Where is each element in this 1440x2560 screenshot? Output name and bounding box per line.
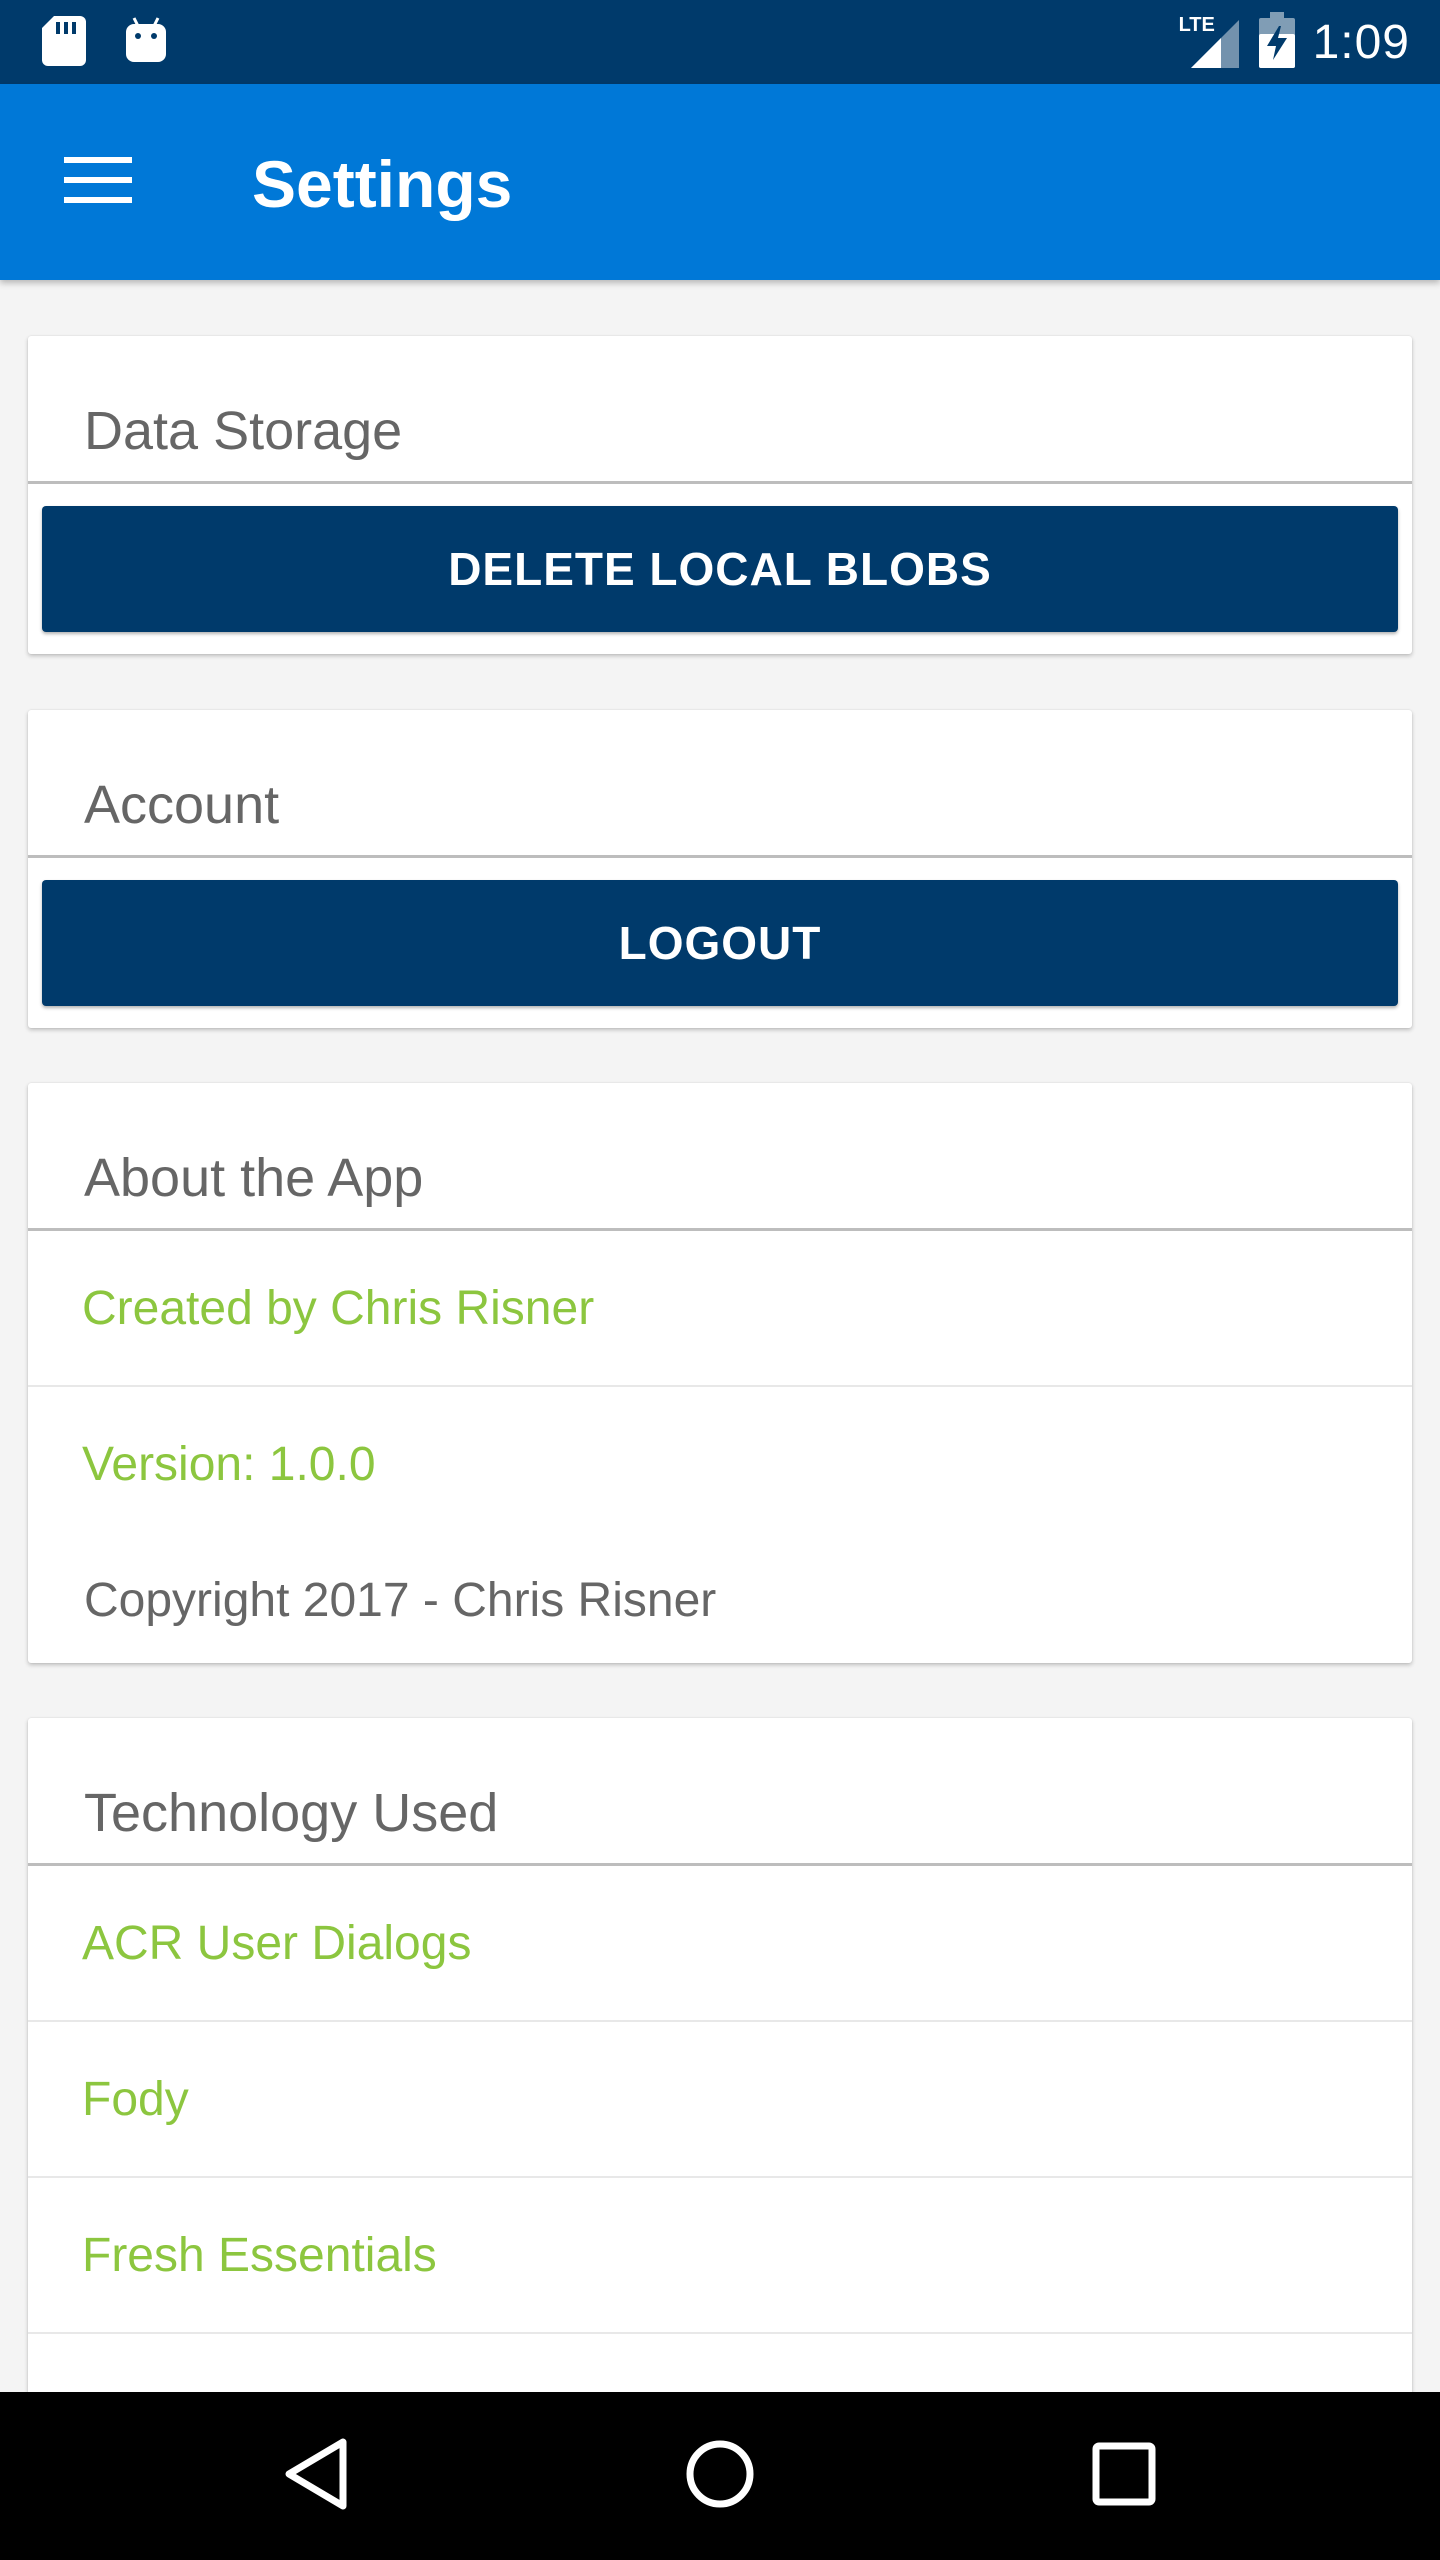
list-item-acr-user-dialogs[interactable]: ACR User Dialogs — [28, 1866, 1412, 2020]
system-nav-bar — [0, 2392, 1440, 2560]
account-title: Account — [84, 775, 280, 835]
status-time: 1:09 — [1312, 15, 1410, 69]
recents-button[interactable] — [1074, 2426, 1174, 2526]
data-storage-card: Data Storage DELETE LOCAL BLOBS — [28, 336, 1412, 654]
about-title: About the App — [84, 1148, 424, 1208]
back-button[interactable] — [266, 2426, 366, 2526]
home-button[interactable] — [670, 2426, 770, 2526]
technology-card: Technology Used ACR User Dialogs Fody Fr… — [28, 1718, 1412, 2418]
page-title: Settings — [252, 147, 513, 221]
back-icon — [281, 2436, 351, 2517]
list-item-fody[interactable]: Fody — [28, 2022, 1412, 2176]
divider — [28, 2332, 1412, 2334]
logout-button[interactable]: LOGOUT — [42, 880, 1398, 1006]
signal-icon: LTE — [1179, 14, 1241, 70]
list-item-label: Version: 1.0.0 — [82, 1437, 376, 1491]
list-item-label: ACR User Dialogs — [82, 1916, 472, 1970]
home-icon — [685, 2439, 755, 2514]
menu-button[interactable] — [48, 142, 148, 222]
divider — [28, 481, 1412, 484]
list-item-created-by[interactable]: Created by Chris Risner — [28, 1231, 1412, 1385]
list-item-version[interactable]: Version: 1.0.0 — [28, 1387, 1412, 1541]
account-card: Account LOGOUT — [28, 710, 1412, 1028]
battery-charging-icon — [1258, 11, 1295, 73]
android-icon — [124, 16, 168, 71]
technology-title: Technology Used — [84, 1783, 499, 1843]
app-bar: Settings — [0, 84, 1440, 280]
list-item-label: Created by Chris Risner — [82, 1281, 595, 1335]
copyright-text: Copyright 2017 - Chris Risner — [84, 1574, 717, 1627]
list-item-label: Fody — [82, 2072, 189, 2126]
delete-local-blobs-button[interactable]: DELETE LOCAL BLOBS — [42, 506, 1398, 632]
hamburger-menu-icon — [64, 155, 132, 210]
list-item-label: Fresh Essentials — [82, 2228, 437, 2282]
list-item-fresh-essentials[interactable]: Fresh Essentials — [28, 2178, 1412, 2332]
data-storage-title: Data Storage — [84, 401, 403, 461]
recents-icon — [1092, 2442, 1156, 2511]
sd-card-icon — [42, 16, 86, 71]
divider — [28, 855, 1412, 858]
about-card: About the App Created by Chris Risner Ve… — [28, 1083, 1412, 1663]
status-bar: LTE 1:09 — [0, 0, 1440, 84]
